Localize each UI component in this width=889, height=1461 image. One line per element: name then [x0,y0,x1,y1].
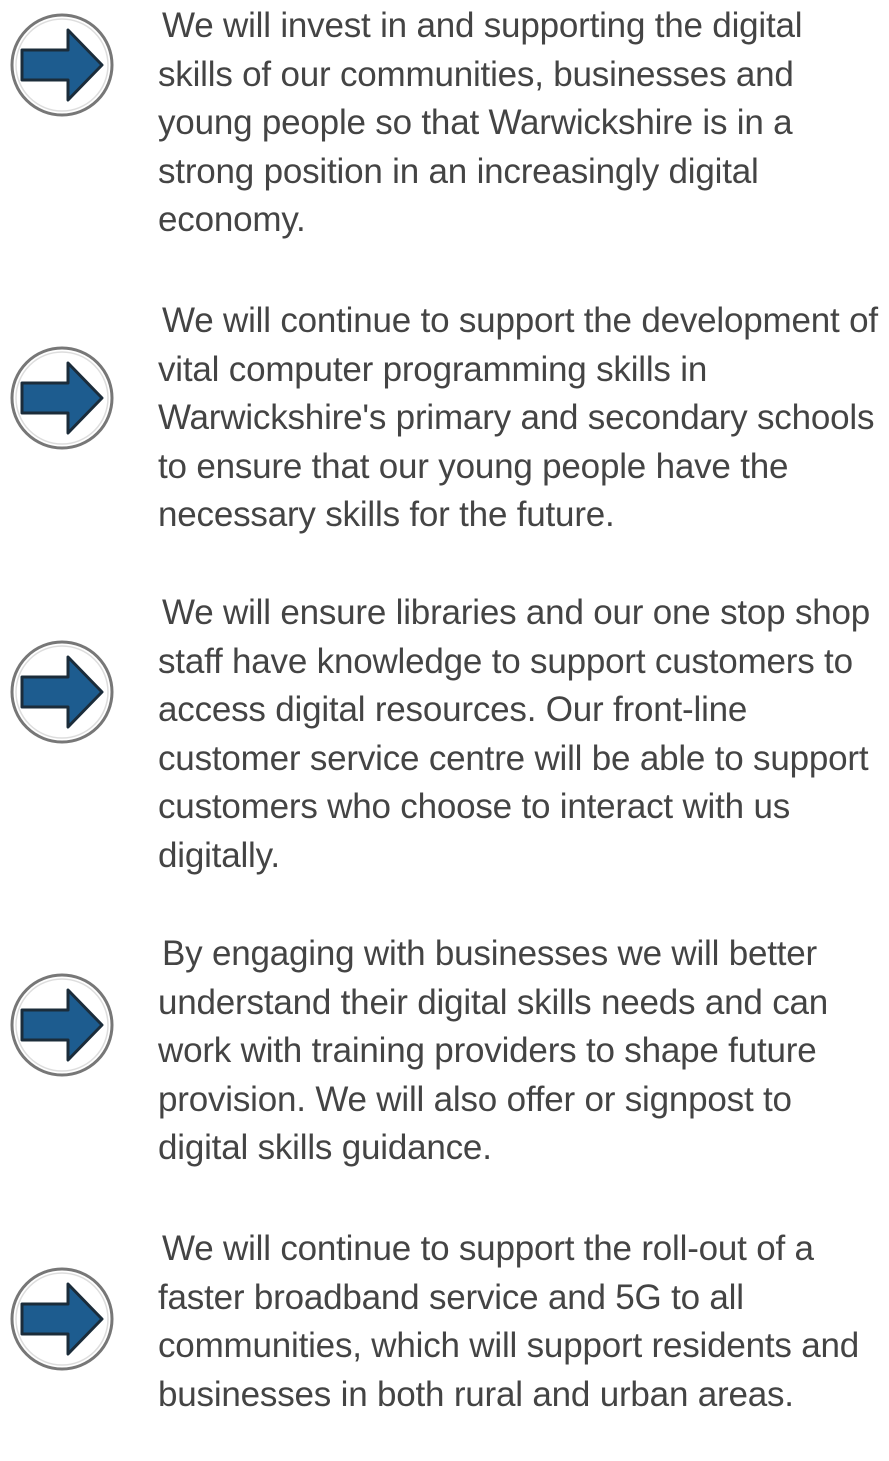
item-text: We will continue to support the roll-out… [158,1229,860,1414]
item-text: We will invest in and supporting the dig… [158,6,803,239]
arrow-right-circle-icon [8,971,116,1079]
arrow-right-circle-icon [8,1265,116,1373]
item-text: We will continue to support the developm… [158,301,878,534]
item-text: We will ensure libraries and our one sto… [158,593,871,875]
arrow-right-circle-icon [8,11,116,119]
item-text: By engaging with businesses we will bett… [158,934,829,1167]
arrow-right-circle-icon [8,344,116,452]
arrow-right-circle-icon [8,638,116,746]
